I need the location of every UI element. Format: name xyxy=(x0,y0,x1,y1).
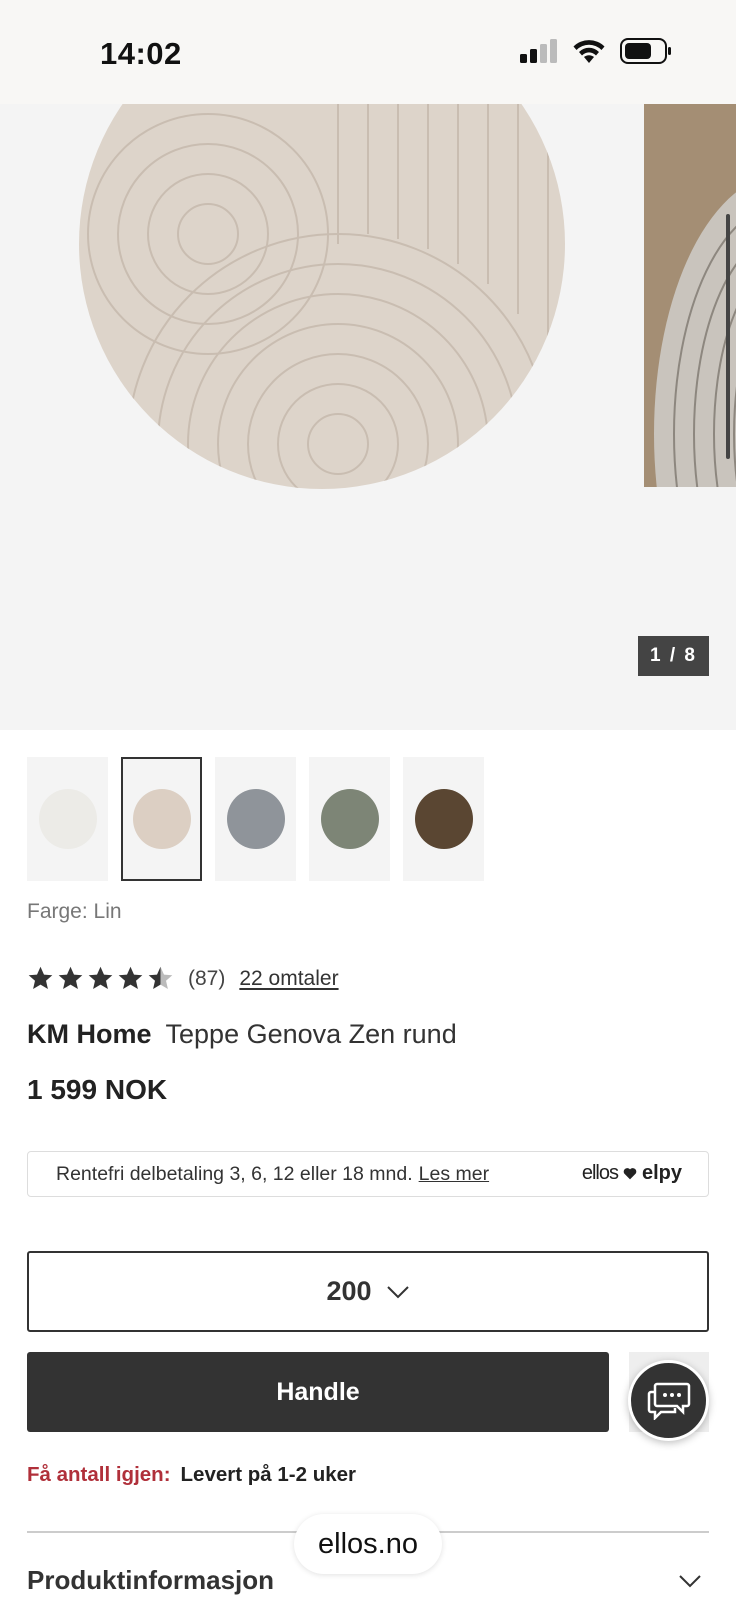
swatch-white[interactable] xyxy=(27,757,108,881)
swatch-lin[interactable] xyxy=(121,757,202,881)
gallery-scrollbar[interactable] xyxy=(726,214,730,459)
reviews-link[interactable]: 22 omtaler xyxy=(239,967,338,991)
swatch-dot xyxy=(226,789,285,849)
browser-url-pill[interactable]: ellos.no xyxy=(294,1514,442,1574)
status-icons xyxy=(520,38,672,64)
next-photo-preview[interactable] xyxy=(644,104,736,487)
rating-count: (87) xyxy=(188,966,226,990)
low-stock-warning: Få antall igjen: xyxy=(27,1463,171,1486)
elpy-logo-text: elpy xyxy=(641,1162,682,1184)
status-bar: 14:02 xyxy=(0,0,736,104)
signal-icon xyxy=(520,39,557,63)
chevron-down-icon xyxy=(386,1285,409,1298)
size-value: 200 xyxy=(326,1276,372,1306)
swatch-dot xyxy=(38,789,97,849)
status-time: 14:02 xyxy=(100,36,182,71)
star-icon xyxy=(88,966,113,989)
color-label: Farge: Lin xyxy=(27,900,122,923)
battery-icon xyxy=(620,38,671,64)
read-more-link[interactable]: Les mer xyxy=(419,1163,489,1186)
star-icon xyxy=(58,966,83,989)
color-swatches xyxy=(27,757,484,881)
chat-icon xyxy=(647,1382,690,1420)
swatch-green[interactable] xyxy=(309,757,390,881)
installment-text: Rentefri delbetaling 3, 6, 12 eller 18 m… xyxy=(56,1162,413,1185)
rating: (87) 22 omtaler xyxy=(27,965,339,992)
ellos-elpy-logo: ellos elpy xyxy=(582,1162,682,1185)
heart-icon xyxy=(623,1168,637,1180)
product-name: Teppe Genova Zen rund xyxy=(165,1019,457,1049)
star-rating xyxy=(27,965,174,992)
buy-button[interactable]: Handle xyxy=(27,1352,609,1432)
size-select[interactable]: 200 xyxy=(27,1251,709,1332)
swatch-dot xyxy=(414,789,473,849)
chevron-down-icon[interactable] xyxy=(678,1574,702,1588)
half-star-icon xyxy=(148,966,173,989)
star-icon xyxy=(118,966,143,989)
delivery-time: Levert på 1-2 uker xyxy=(180,1463,357,1486)
image-counter: 1 / 8 xyxy=(638,636,709,676)
product-price: 1 599 NOK xyxy=(27,1074,168,1105)
product-brand[interactable]: KM Home xyxy=(27,1019,152,1049)
product-title: KM Home Teppe Genova Zen rund xyxy=(27,1019,457,1050)
ellos-logo-text: ellos xyxy=(581,1162,619,1184)
stock-status: Få antall igjen: Levert på 1-2 uker xyxy=(27,1463,356,1487)
product-gallery[interactable]: 1 / 8 xyxy=(0,104,736,730)
swatch-grey[interactable] xyxy=(215,757,296,881)
product-info-heading[interactable]: Produktinformasjon xyxy=(27,1565,274,1596)
chat-button[interactable] xyxy=(628,1360,709,1441)
swatch-dot xyxy=(320,789,379,849)
star-icon xyxy=(28,966,53,989)
swatch-brown[interactable] xyxy=(403,757,484,881)
swatch-dot xyxy=(132,789,191,849)
installment-banner: Rentefri delbetaling 3, 6, 12 eller 18 m… xyxy=(27,1151,709,1197)
rug-image[interactable] xyxy=(78,104,566,494)
wifi-icon xyxy=(573,40,605,63)
